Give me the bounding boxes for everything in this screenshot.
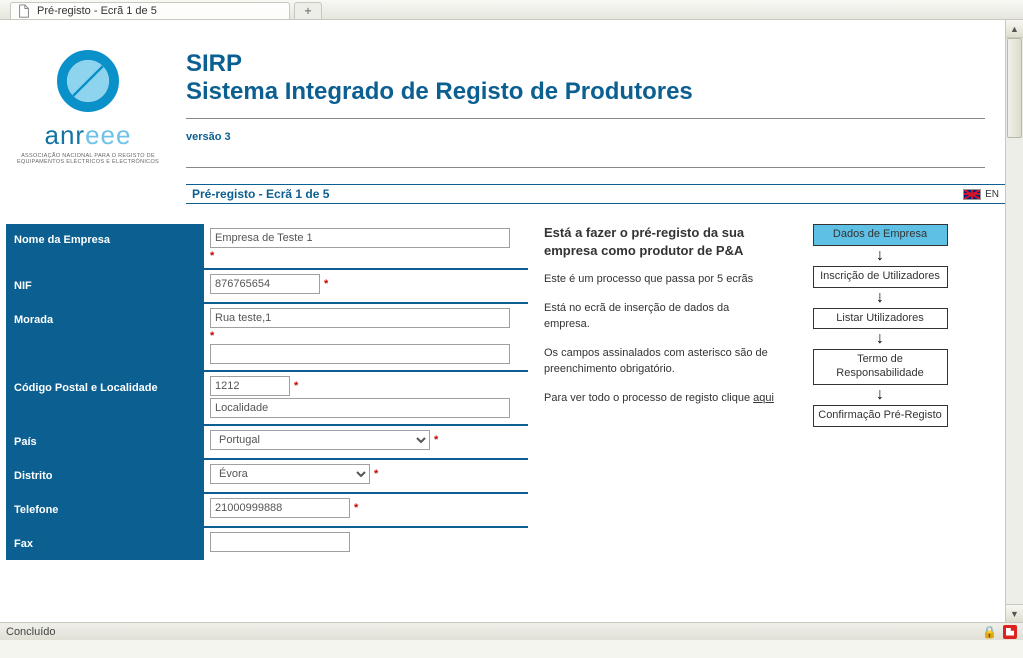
label-telefone: Telefone	[6, 494, 204, 526]
label-distrito: Distrito	[6, 460, 204, 492]
required-mark: *	[354, 502, 358, 514]
label-cp-loc: Código Postal e Localidade	[6, 372, 204, 424]
select-pais[interactable]: Portugal	[210, 430, 430, 450]
required-mark: *	[434, 434, 438, 446]
required-mark: *	[210, 250, 522, 262]
arrow-down-icon: ↓	[876, 387, 884, 403]
scroll-up-button[interactable]: ▲	[1006, 20, 1023, 38]
status-bar: Concluído 🔒	[0, 622, 1023, 640]
scroll-track[interactable]	[1006, 38, 1023, 604]
app-version: versão 3	[186, 131, 985, 143]
arrow-down-icon: ↓	[876, 290, 884, 306]
label-morada: Morada	[6, 304, 204, 370]
form-panel: Nome da Empresa * NIF	[6, 224, 528, 560]
language-code[interactable]: EN	[985, 189, 999, 200]
label-pais: País	[6, 426, 204, 458]
steps-panel: Dados de Empresa ↓ Inscrição de Utilizad…	[790, 224, 970, 427]
brand-logo-subtitle: ASSOCIAÇÃO NACIONAL PARA O REGISTO DE EQ…	[10, 153, 166, 165]
scroll-down-button[interactable]: ▼	[1006, 604, 1023, 622]
arrow-down-icon: ↓	[876, 248, 884, 264]
select-distrito[interactable]: Évora	[210, 464, 370, 484]
lock-icon: 🔒	[982, 625, 997, 639]
required-mark: *	[324, 278, 328, 290]
pdf-icon[interactable]	[1003, 625, 1017, 639]
input-telefone[interactable]	[210, 498, 350, 518]
breadcrumb: Pré-registo - Ecrã 1 de 5	[192, 187, 329, 201]
required-mark: *	[210, 330, 522, 342]
step-listar-utilizadores: Listar Utilizadores	[813, 308, 948, 330]
description-p4: Para ver todo o processo de registo cliq…	[544, 390, 774, 407]
required-mark: *	[294, 380, 298, 392]
description-p3: Os campos assinalados com asterisco são …	[544, 345, 774, 378]
uk-flag-icon[interactable]	[963, 189, 981, 200]
description-p2: Está no ecrã de inserção de dados da emp…	[544, 300, 774, 333]
step-inscricao-utilizadores: Inscrição de Utilizadores	[813, 266, 948, 288]
brand-logo-mark	[57, 50, 119, 112]
browser-tab[interactable]: Pré-registo - Ecrã 1 de 5	[10, 2, 290, 19]
required-mark: *	[374, 468, 378, 480]
brand-logo-wordmark: anreee	[45, 120, 132, 151]
link-process-info[interactable]: aqui	[753, 392, 774, 404]
brand-logo: anreee ASSOCIAÇÃO NACIONAL PARA O REGIST…	[10, 50, 166, 165]
browser-tab-title: Pré-registo - Ecrã 1 de 5	[37, 5, 157, 17]
description-panel: Está a fazer o pré-registo da sua empres…	[544, 224, 774, 418]
arrow-down-icon: ↓	[876, 331, 884, 347]
input-morada-2[interactable]	[210, 344, 510, 364]
label-nome-empresa: Nome da Empresa	[6, 224, 204, 268]
page-icon	[17, 4, 31, 18]
divider	[186, 118, 985, 119]
scroll-thumb[interactable]	[1007, 38, 1022, 138]
input-localidade[interactable]	[210, 398, 510, 418]
new-tab-button[interactable]: +	[294, 2, 322, 19]
description-p1: Este é um processo que passa por 5 ecrãs	[544, 271, 774, 288]
status-text: Concluído	[6, 626, 56, 638]
app-title: Sistema Integrado de Registo de Produtor…	[186, 78, 985, 106]
app-name: SIRP	[186, 50, 985, 78]
input-nif[interactable]	[210, 274, 320, 294]
step-confirmacao-pre-registo: Confirmação Pré-Registo	[813, 405, 948, 427]
page-viewport: anreee ASSOCIAÇÃO NACIONAL PARA O REGIST…	[0, 20, 1005, 622]
label-fax: Fax	[6, 528, 204, 560]
divider	[186, 167, 985, 168]
input-nome-empresa[interactable]	[210, 228, 510, 248]
step-dados-empresa: Dados de Empresa	[813, 224, 948, 246]
step-termo-responsabilidade: Termo de Responsabilidade	[813, 349, 948, 385]
description-heading: Está a fazer o pré-registo da sua empres…	[544, 224, 774, 259]
breadcrumb-bar: Pré-registo - Ecrã 1 de 5 EN	[186, 184, 1005, 204]
input-codigo-postal[interactable]	[210, 376, 290, 396]
browser-tab-bar: Pré-registo - Ecrã 1 de 5 +	[0, 0, 1023, 20]
input-fax[interactable]	[210, 532, 350, 552]
label-nif: NIF	[6, 270, 204, 302]
input-morada-1[interactable]	[210, 308, 510, 328]
vertical-scrollbar[interactable]: ▲ ▼	[1005, 20, 1023, 622]
